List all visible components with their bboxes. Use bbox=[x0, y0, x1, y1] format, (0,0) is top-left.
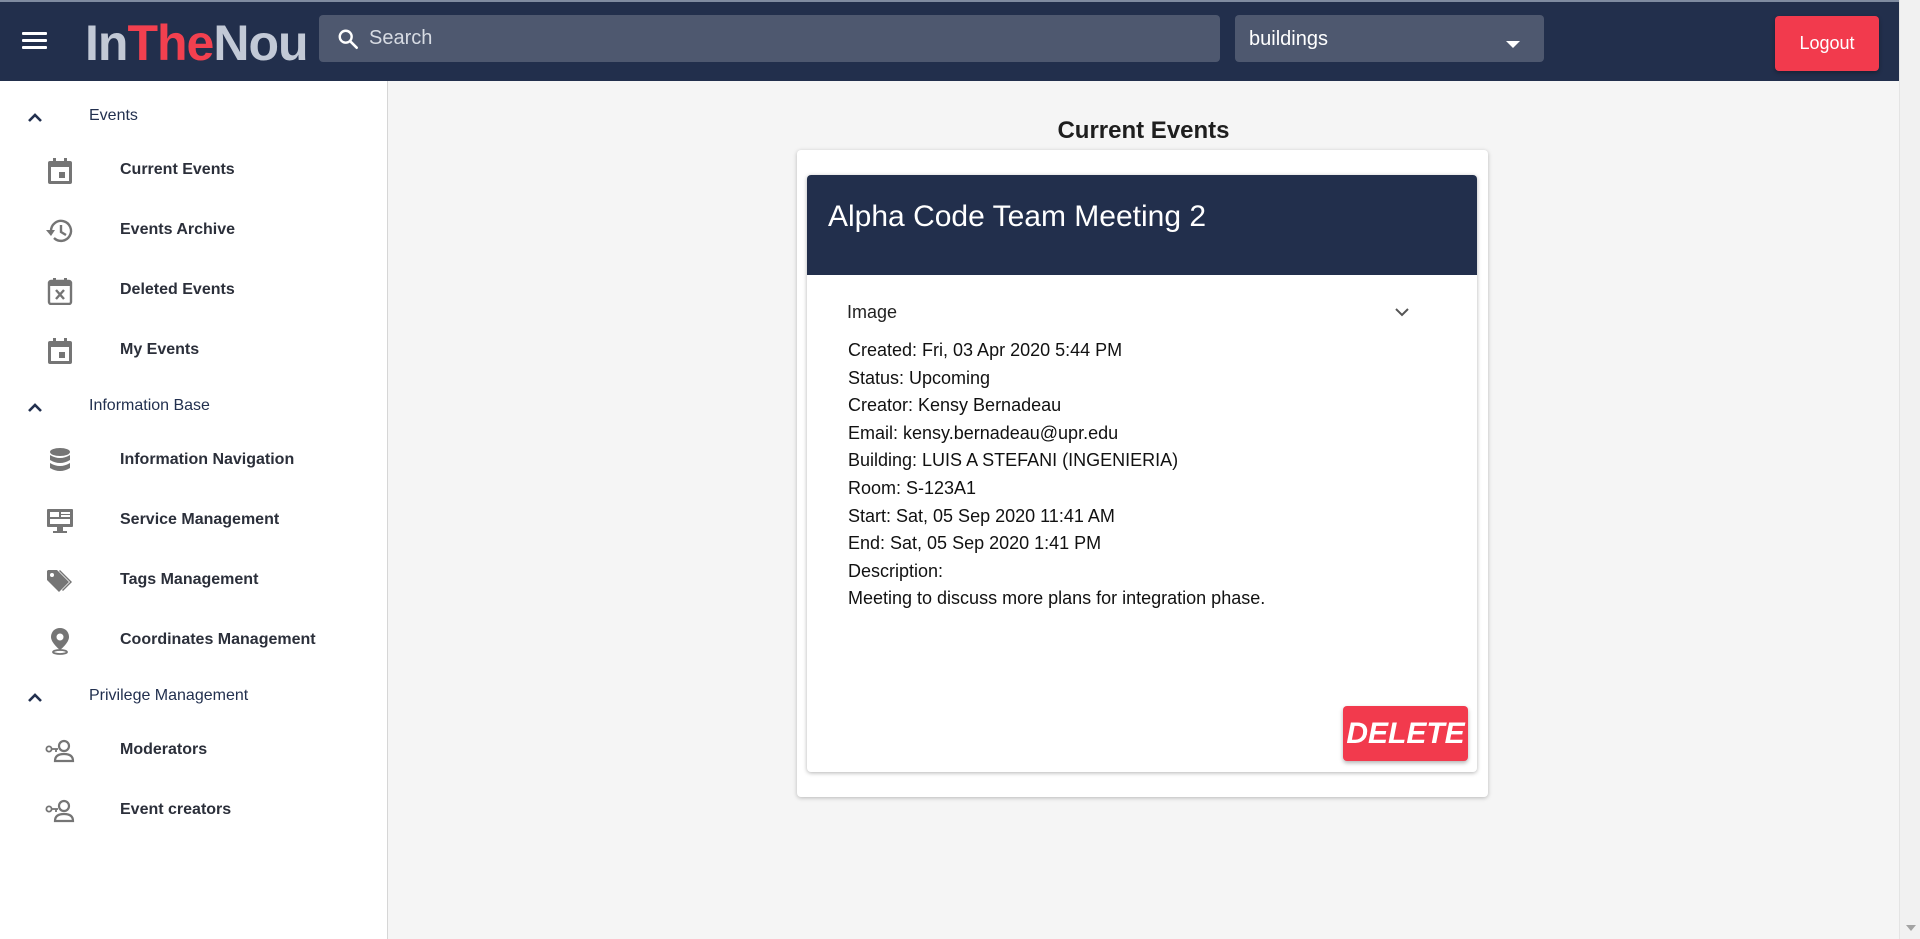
event-card-header: Alpha Code Team Meeting 2 bbox=[807, 175, 1477, 275]
event-description-label: Description: bbox=[848, 560, 944, 581]
calendar-icon bbox=[48, 338, 72, 364]
sidebar-item-coordinates-management[interactable]: Coordinates Management bbox=[0, 615, 387, 667]
event-created: Created: Fri, 03 Apr 2020 5:44 PM bbox=[848, 340, 1123, 360]
sidebar-item-label: Service Management bbox=[120, 511, 280, 528]
event-creator: Creator: Kensy Bernadeau bbox=[848, 395, 1062, 416]
sidebar-item-label: Coordinates Management bbox=[120, 631, 316, 648]
sidebar-item-label: Deleted Events bbox=[120, 281, 235, 298]
sidebar-item-service-management[interactable]: Service Management bbox=[0, 495, 387, 547]
sidebar-group-information-base[interactable]: Information Base bbox=[0, 386, 387, 426]
event-end: End: Sat, 05 Sep 2020 1:41 PM bbox=[848, 533, 1102, 554]
search-category-select[interactable]: buildings bbox=[1235, 15, 1544, 62]
sidebar-item-my-events[interactable]: My Events bbox=[0, 325, 387, 377]
image-panel-label: Image bbox=[847, 302, 898, 322]
sidebar-group-label: Information Base bbox=[89, 397, 210, 414]
search-icon bbox=[338, 29, 358, 49]
sidebar-group-events[interactable]: Events bbox=[0, 96, 387, 136]
chevron-up-icon bbox=[28, 693, 42, 702]
user-key-icon bbox=[45, 739, 75, 763]
monitor-icon bbox=[47, 509, 73, 533]
sidebar-item-label: Current Events bbox=[120, 161, 235, 178]
event-title: Alpha Code Team Meeting 2 bbox=[828, 200, 1207, 233]
search-input[interactable] bbox=[369, 15, 1199, 62]
chevron-down-icon[interactable] bbox=[1393, 306, 1411, 318]
event-room: Room: S-123A1 bbox=[848, 477, 977, 498]
page-title: Current Events bbox=[1057, 117, 1230, 144]
event-email: Email: kensy.bernadeau@upr.edu bbox=[848, 422, 1119, 443]
delete-button[interactable]: DELETE bbox=[1343, 706, 1468, 761]
event-start: Start: Sat, 05 Sep 2020 11:41 AM bbox=[848, 505, 1115, 526]
sidebar-item-label: Tags Management bbox=[120, 571, 259, 588]
chevron-up-icon bbox=[28, 403, 42, 412]
location-pin-icon bbox=[51, 628, 69, 655]
sidebar: Events Current Events Events Archive Del… bbox=[0, 81, 388, 939]
sidebar-item-deleted-events[interactable]: Deleted Events bbox=[0, 265, 387, 317]
sidebar-item-label: Moderators bbox=[120, 741, 208, 758]
event-card: Alpha Code Team Meeting 2 Image Created:… bbox=[807, 175, 1477, 772]
events-list-card: Alpha Code Team Meeting 2 Image Created:… bbox=[797, 150, 1488, 797]
sidebar-item-events-archive[interactable]: Events Archive bbox=[0, 205, 387, 257]
logo-part-the: The bbox=[127, 15, 214, 71]
sidebar-item-moderators[interactable]: Moderators bbox=[0, 725, 387, 777]
user-key-icon bbox=[45, 799, 75, 823]
hamburger-menu-icon[interactable] bbox=[18, 28, 52, 58]
sidebar-item-current-events[interactable]: Current Events bbox=[0, 145, 387, 197]
history-icon bbox=[46, 219, 73, 243]
app-logo[interactable]: InTheNou bbox=[85, 14, 309, 72]
sidebar-group-label: Events bbox=[89, 107, 138, 124]
calendar-remove-icon bbox=[47, 278, 73, 305]
top-app-bar: InTheNou buildings Logout bbox=[0, 0, 1899, 81]
search-box bbox=[319, 15, 1220, 62]
logout-button[interactable]: Logout bbox=[1775, 16, 1879, 71]
sidebar-item-label: Event creators bbox=[120, 801, 232, 818]
logo-part-nou: Nou bbox=[213, 15, 308, 71]
logo-part-in: In bbox=[85, 15, 128, 71]
event-details: Created: Fri, 03 Apr 2020 5:44 PM Status… bbox=[848, 337, 1265, 613]
database-icon bbox=[50, 448, 70, 471]
image-expansion-panel[interactable]: Image bbox=[847, 302, 1437, 328]
sidebar-item-event-creators[interactable]: Event creators bbox=[0, 785, 387, 837]
sidebar-item-tags-management[interactable]: Tags Management bbox=[0, 555, 387, 607]
sidebar-group-privilege-management[interactable]: Privilege Management bbox=[0, 676, 387, 716]
page-scrollbar[interactable] bbox=[1899, 0, 1920, 939]
sidebar-item-label: Information Navigation bbox=[120, 451, 295, 468]
event-status: Status: Upcoming bbox=[848, 367, 991, 388]
chevron-up-icon bbox=[28, 113, 42, 122]
sidebar-group-label: Privilege Management bbox=[89, 687, 249, 704]
event-description: Meeting to discuss more plans for integr… bbox=[848, 588, 1266, 609]
search-category-value: buildings bbox=[1249, 28, 1328, 50]
dropdown-caret-icon bbox=[1506, 41, 1520, 48]
sidebar-item-label: My Events bbox=[120, 341, 200, 358]
calendar-icon bbox=[48, 158, 72, 184]
event-building: Building: LUIS A STEFANI (INGENIERIA) bbox=[848, 450, 1179, 471]
sidebar-item-information-navigation[interactable]: Information Navigation bbox=[0, 435, 387, 487]
scroll-down-arrow-icon[interactable] bbox=[1906, 925, 1916, 931]
tags-icon bbox=[47, 570, 72, 592]
sidebar-item-label: Events Archive bbox=[120, 221, 236, 238]
